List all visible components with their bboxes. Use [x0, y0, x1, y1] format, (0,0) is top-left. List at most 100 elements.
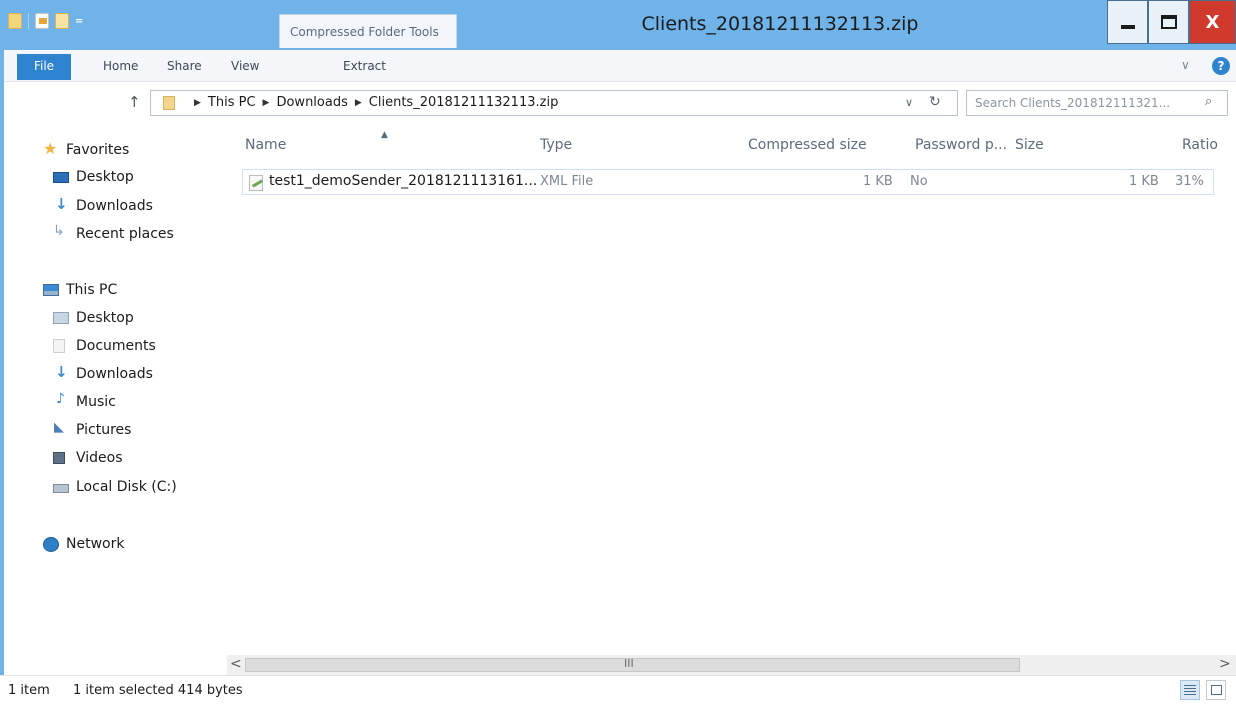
- breadcrumb-zip-file[interactable]: Clients_20181211132113.zip: [369, 95, 559, 110]
- window-title: Clients_20181211132113.zip: [641, 13, 919, 35]
- nav-this-pc-videos[interactable]: Videos: [53, 447, 123, 469]
- nav-this-pc-pictures[interactable]: Pictures: [53, 419, 131, 441]
- file-tab[interactable]: File: [17, 54, 71, 80]
- address-row: ↑ ▶ This PC ▶ Downloads ▶ Clients_201812…: [0, 82, 1236, 122]
- details-view-icon: [1184, 685, 1196, 695]
- nav-this-pc-downloads[interactable]: Downloads: [53, 363, 153, 385]
- network-icon: [43, 536, 59, 552]
- title-bar: = Compressed Folder Tools Clients_201812…: [0, 0, 1236, 50]
- nav-favorites[interactable]: Favorites: [43, 139, 129, 161]
- column-header-name[interactable]: Name: [245, 137, 286, 153]
- nav-item-label: Desktop: [76, 310, 134, 326]
- documents-icon: [53, 339, 65, 353]
- breadcrumb: ▶ This PC ▶ Downloads ▶ Clients_20181211…: [187, 95, 558, 110]
- nav-this-pc-documents[interactable]: Documents: [53, 335, 156, 357]
- nav-item-label: Music: [76, 394, 116, 410]
- nav-item-label: Recent places: [76, 226, 174, 242]
- minimize-icon: [1120, 25, 1135, 29]
- quick-access-toolbar: =: [8, 10, 83, 32]
- address-bar[interactable]: ▶ This PC ▶ Downloads ▶ Clients_20181211…: [150, 90, 958, 116]
- qat-separator: [28, 13, 29, 29]
- videos-icon: [53, 452, 65, 464]
- nav-network-label: Network: [66, 536, 125, 552]
- scroll-left-icon[interactable]: <: [230, 656, 242, 672]
- music-icon: [53, 391, 69, 409]
- sort-ascending-icon: ▲: [381, 130, 388, 140]
- breadcrumb-separator-icon[interactable]: ▶: [194, 98, 201, 108]
- tab-extract[interactable]: Extract: [343, 59, 386, 73]
- nav-network[interactable]: Network: [43, 533, 124, 555]
- tab-share[interactable]: Share: [167, 59, 202, 73]
- star-icon: [43, 139, 59, 158]
- folder-icon[interactable]: [8, 13, 22, 29]
- navigation-pane: Favorites Desktop Downloads Recent place…: [0, 122, 235, 674]
- address-dropdown-icon[interactable]: ∨: [905, 96, 913, 109]
- close-button[interactable]: X: [1189, 0, 1236, 44]
- nav-item-label: Downloads: [76, 198, 153, 214]
- downloads-icon: [53, 363, 69, 381]
- qat-dropdown-button[interactable]: =: [75, 16, 83, 27]
- maximize-icon: [1160, 15, 1177, 29]
- computer-icon: [43, 284, 59, 296]
- column-header-password-protected[interactable]: Password p...: [915, 137, 1007, 153]
- large-icons-view-button[interactable]: [1206, 680, 1226, 700]
- ribbon-tabs: File Home Share View Extract ∨ ?: [0, 50, 1236, 82]
- item-count: 1 item: [8, 683, 50, 698]
- help-icon[interactable]: ?: [1212, 57, 1230, 75]
- nav-favorites-desktop[interactable]: Desktop: [53, 166, 134, 188]
- scrollbar-grip-icon: III: [624, 657, 634, 670]
- file-list: ▲ Name Type Compressed size Password p..…: [235, 122, 1236, 655]
- search-icon[interactable]: ⌕: [1205, 94, 1212, 109]
- table-row[interactable]: test1_demoSender_2018121113161... XML Fi…: [242, 169, 1214, 195]
- file-type: XML File: [540, 174, 594, 189]
- disk-icon: [53, 484, 69, 493]
- file-ratio: 31%: [1175, 174, 1204, 189]
- details-view-button[interactable]: [1180, 680, 1200, 700]
- nav-this-pc-desktop[interactable]: Desktop: [53, 307, 134, 329]
- search-input[interactable]: [975, 94, 1197, 112]
- nav-item-label: Pictures: [76, 422, 132, 438]
- status-bar: 1 item 1 item selected 414 bytes: [0, 675, 1236, 705]
- expand-ribbon-chevron-icon[interactable]: ∨: [1181, 58, 1190, 72]
- breadcrumb-this-pc[interactable]: This PC: [208, 95, 256, 110]
- downloads-icon: [53, 195, 69, 213]
- column-header-compressed-size[interactable]: Compressed size: [748, 137, 867, 153]
- nav-this-pc-local-disk[interactable]: Local Disk (C:): [53, 476, 177, 498]
- pictures-icon: [53, 420, 69, 437]
- nav-this-pc[interactable]: This PC: [43, 279, 117, 301]
- scrollbar-thumb[interactable]: III: [245, 657, 1020, 672]
- tab-home[interactable]: Home: [103, 59, 138, 73]
- breadcrumb-separator-icon[interactable]: ▶: [263, 98, 270, 108]
- breadcrumb-downloads[interactable]: Downloads: [276, 95, 347, 110]
- folder-icon: [163, 96, 175, 110]
- nav-this-pc-music[interactable]: Music: [53, 391, 116, 413]
- nav-favorites-downloads[interactable]: Downloads: [53, 195, 153, 217]
- scroll-right-icon[interactable]: >: [1219, 656, 1231, 672]
- file-password-protected: No: [910, 174, 928, 189]
- column-header-type[interactable]: Type: [540, 137, 572, 153]
- maximize-button[interactable]: [1148, 0, 1189, 44]
- up-arrow-icon[interactable]: ↑: [128, 93, 141, 111]
- refresh-icon[interactable]: ↻: [929, 94, 941, 110]
- nav-this-pc-label: This PC: [66, 282, 118, 298]
- properties-icon[interactable]: [35, 13, 49, 29]
- column-header-ratio[interactable]: Ratio: [1182, 137, 1218, 153]
- nav-item-label: Downloads: [76, 366, 153, 382]
- new-folder-icon[interactable]: [55, 13, 69, 29]
- large-icons-view-icon: [1210, 685, 1222, 695]
- file-name: test1_demoSender_2018121113161...: [269, 173, 538, 189]
- desktop-icon: [53, 172, 69, 183]
- compressed-folder-tools-tab[interactable]: Compressed Folder Tools: [279, 14, 457, 48]
- horizontal-scrollbar[interactable]: < III >: [227, 655, 1236, 675]
- breadcrumb-separator-icon[interactable]: ▶: [355, 98, 362, 108]
- search-box[interactable]: ⌕: [966, 90, 1228, 116]
- minimize-button[interactable]: [1107, 0, 1148, 44]
- column-header-size[interactable]: Size: [1015, 137, 1044, 153]
- tab-view[interactable]: View: [231, 59, 259, 73]
- file-compressed-size: 1 KB: [863, 174, 893, 189]
- recent-places-icon: [53, 223, 69, 241]
- selection-info: 1 item selected 414 bytes: [73, 683, 243, 698]
- nav-favorites-recent-places[interactable]: Recent places: [53, 223, 174, 245]
- file-size: 1 KB: [1129, 174, 1159, 189]
- close-icon: X: [1205, 11, 1220, 33]
